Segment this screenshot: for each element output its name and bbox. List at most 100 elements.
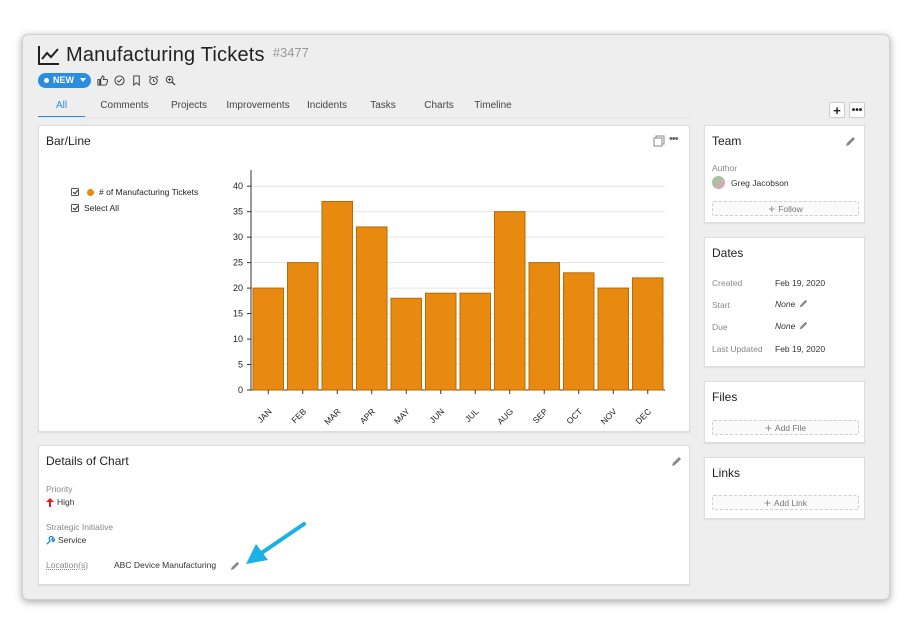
tab-timeline[interactable]: Timeline bbox=[464, 100, 522, 118]
y-tick-label: 20 bbox=[233, 283, 243, 293]
bar-chart: 0 5 10 15 20 25 30 35 40 JAN FEB MAR APR MAY JUN JUL AUG… bbox=[233, 170, 665, 427]
files-panel: Files + Add File bbox=[704, 381, 865, 443]
plus-icon: + bbox=[763, 495, 771, 510]
add-file-button[interactable]: + Add File bbox=[712, 420, 859, 435]
due-text: None bbox=[775, 321, 796, 331]
priority-label: Priority bbox=[46, 484, 73, 494]
status-dropdown[interactable]: NEW bbox=[38, 72, 91, 88]
edit-start-pencil-icon[interactable] bbox=[798, 299, 808, 309]
dates-panel: Dates Created Feb 19, 2020 Start None Du… bbox=[704, 237, 865, 367]
created-label: Created bbox=[712, 278, 743, 288]
plus-icon: + bbox=[768, 201, 776, 216]
updated-label: Last Updated bbox=[712, 344, 763, 354]
due-value[interactable]: None bbox=[775, 321, 808, 331]
edit-team-pencil-icon[interactable] bbox=[844, 136, 856, 148]
tab-incidents[interactable]: Incidents bbox=[299, 100, 355, 118]
author-row[interactable]: Greg Jacobson bbox=[712, 176, 789, 189]
bookmark-icon[interactable] bbox=[130, 74, 142, 86]
tab-divider bbox=[38, 117, 690, 118]
x-tick-label: AUG bbox=[495, 406, 515, 426]
tab-tasks[interactable]: Tasks bbox=[356, 100, 410, 118]
chevron-down-icon bbox=[80, 78, 86, 82]
author-name: Greg Jacobson bbox=[731, 177, 789, 188]
chart-panel: Bar/Line ••• # of Manufacturing Tickets … bbox=[38, 125, 690, 432]
team-panel-title: Team bbox=[712, 134, 742, 148]
details-panel: Details of Chart Priority High Strategic… bbox=[38, 445, 690, 585]
status-label: NEW bbox=[53, 75, 74, 85]
follow-label: Follow bbox=[778, 203, 803, 214]
x-tick-label: JUN bbox=[427, 406, 446, 425]
start-text: None bbox=[775, 299, 796, 309]
initiative-value: Service bbox=[46, 535, 86, 545]
links-panel: Links + Add Link bbox=[704, 457, 865, 519]
action-row: NEW bbox=[38, 72, 176, 88]
bar-oct bbox=[563, 272, 595, 391]
thumbs-up-icon[interactable] bbox=[96, 74, 108, 86]
files-panel-title: Files bbox=[712, 390, 738, 404]
priority-text: High bbox=[57, 497, 75, 507]
bar-aug bbox=[494, 211, 526, 391]
details-panel-title: Details of Chart bbox=[46, 454, 129, 468]
x-tick-label: APR bbox=[358, 406, 377, 425]
tab-improvements[interactable]: Improvements bbox=[219, 100, 297, 118]
edit-location-pencil-icon[interactable] bbox=[229, 561, 240, 572]
bar-apr bbox=[356, 226, 388, 391]
more-options-button[interactable]: ••• bbox=[849, 102, 865, 118]
add-file-label: Add File bbox=[774, 422, 807, 433]
ticket-id: #3477 bbox=[272, 44, 309, 60]
y-tick-label: 35 bbox=[233, 207, 243, 217]
x-tick-label: JAN bbox=[255, 406, 273, 424]
add-link-label: Add Link bbox=[773, 497, 808, 508]
x-tick-label: OCT bbox=[564, 406, 584, 426]
tab-all[interactable]: All bbox=[38, 100, 85, 118]
tab-comments[interactable]: Comments bbox=[89, 100, 160, 118]
avatar bbox=[712, 176, 725, 189]
y-tick-label: 10 bbox=[233, 334, 243, 344]
tab-bar: All Comments Projects Improvements Incid… bbox=[38, 100, 522, 118]
trend-chart-icon bbox=[38, 46, 59, 65]
start-label: Start bbox=[712, 300, 730, 310]
add-link-button[interactable]: + Add Link bbox=[712, 495, 859, 510]
title-row: Manufacturing Tickets #3477 bbox=[38, 42, 309, 68]
y-tick-label: 5 bbox=[238, 360, 243, 370]
x-tick-label: MAY bbox=[392, 406, 412, 426]
initiative-label: Strategic Initiative bbox=[46, 522, 114, 532]
page-title: Manufacturing Tickets bbox=[66, 43, 265, 66]
bar-jan bbox=[252, 287, 284, 391]
priority-value: High bbox=[46, 497, 74, 507]
x-tick-label: FEB bbox=[289, 406, 308, 425]
bar-may bbox=[390, 297, 422, 391]
add-button[interactable]: + bbox=[829, 102, 845, 118]
check-circle-icon[interactable] bbox=[113, 74, 125, 86]
tab-projects[interactable]: Projects bbox=[164, 100, 214, 118]
start-value[interactable]: None bbox=[775, 299, 808, 309]
x-tick-label: NOV bbox=[599, 406, 619, 426]
bar-dec bbox=[632, 277, 664, 391]
x-tick-label: MAR bbox=[322, 406, 342, 426]
y-tick-label: 15 bbox=[233, 309, 243, 319]
x-tick-label: DEC bbox=[633, 406, 653, 426]
location-label: Location(s) bbox=[46, 560, 89, 570]
author-label: Author bbox=[712, 163, 738, 173]
edit-due-pencil-icon[interactable] bbox=[798, 321, 808, 331]
created-value: Feb 19, 2020 bbox=[775, 278, 826, 288]
bar-feb bbox=[287, 262, 319, 391]
x-tick-label: SEP bbox=[531, 406, 550, 425]
annotation-arrow-icon bbox=[246, 522, 306, 564]
y-tick-label: 0 bbox=[238, 385, 243, 395]
due-label: Due bbox=[712, 322, 728, 332]
initiative-text: Service bbox=[58, 535, 87, 545]
bar-sep bbox=[528, 262, 560, 391]
follow-button[interactable]: + Follow bbox=[712, 201, 859, 216]
zoom-in-icon[interactable] bbox=[164, 74, 176, 86]
updated-value: Feb 19, 2020 bbox=[775, 344, 826, 354]
location-value: ABC Device Manufacturing bbox=[114, 560, 217, 570]
tab-charts[interactable]: Charts bbox=[414, 100, 464, 118]
dates-panel-title: Dates bbox=[712, 246, 744, 260]
status-dot-icon bbox=[44, 77, 49, 83]
plus-icon: + bbox=[764, 420, 772, 435]
team-panel: Team Author Greg Jacobson + Follow bbox=[704, 125, 865, 223]
edit-pencil-icon[interactable] bbox=[670, 456, 682, 468]
bar-nov bbox=[597, 287, 629, 391]
alarm-clock-icon[interactable] bbox=[147, 74, 159, 86]
